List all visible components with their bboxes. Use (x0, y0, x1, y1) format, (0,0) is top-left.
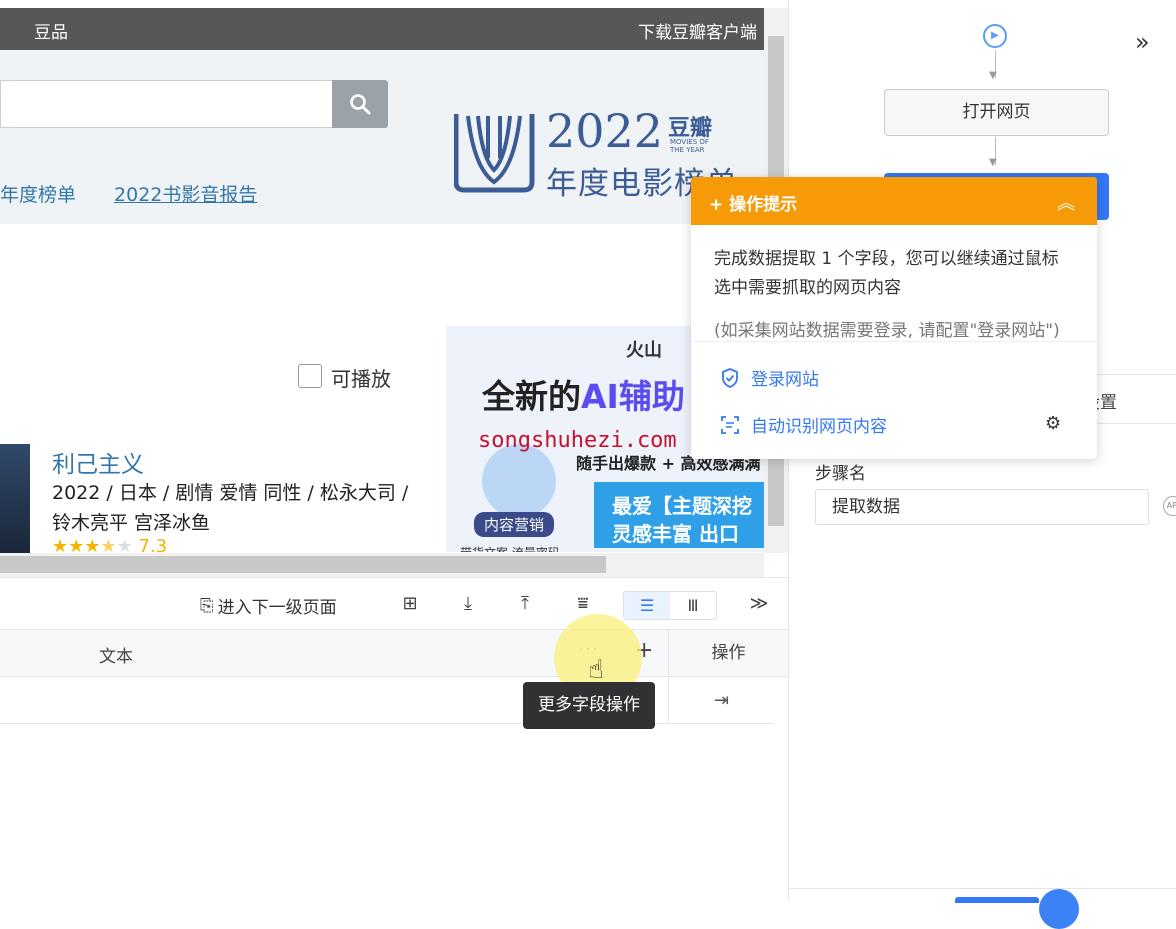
api-icon[interactable]: API (1163, 496, 1176, 516)
upload-icon[interactable]: ⤒ (513, 592, 537, 616)
bottom-action-button[interactable] (955, 897, 1039, 903)
table-header: 文本 ··· + 操作 (0, 630, 788, 677)
collapse-up-icon[interactable]: ︽ (1057, 189, 1075, 215)
popover-title: + 操作提示 (709, 195, 798, 215)
topbar-link-download-client[interactable]: 下载豆瓣客户端 (638, 18, 757, 43)
ad-tag: 内容营销 (474, 512, 555, 537)
table-row[interactable]: ⇥ (0, 677, 774, 724)
download-icon[interactable]: ⤓ (456, 592, 480, 616)
watermark: songshuhezi.com (478, 428, 677, 453)
help-fab-button[interactable] (1039, 889, 1079, 929)
collapse-panel-icon[interactable]: » (1135, 28, 1150, 56)
auto-detect-label: 自动识别网页内容 (751, 417, 887, 437)
nav-links: 年度榜单 2022书影音报告 (0, 180, 295, 207)
search-button[interactable] (332, 80, 388, 128)
ad-footer: 带货文案 流量密码 (460, 544, 560, 552)
step-name-input[interactable]: 提取数据 (815, 489, 1149, 525)
movie-meta: 2022 / 日本 / 剧情 爱情 同性 / 松永大司 / (52, 482, 409, 504)
shield-icon (722, 367, 738, 388)
list-view-button[interactable]: ☰ (624, 592, 670, 619)
divider (691, 341, 1097, 342)
login-website-label: 登录网站 (751, 370, 819, 390)
add-page-icon[interactable]: ⊞ (398, 592, 422, 616)
gear-icon[interactable]: ⚙ (1045, 413, 1061, 434)
douban-header: 年度榜单 2022书影音报告 2022 豆瓣 MOVIES OF THE YEAR… (0, 50, 764, 224)
flow-start-icon[interactable]: ▶ (983, 24, 1007, 48)
embedded-browser: 豆品 下载豆瓣客户端 年度榜单 2022书影音报告 2022 豆瓣 MOVIES … (0, 0, 788, 577)
popover-note: (如采集网站数据需要登录, 请配置"登录网站") (714, 321, 1060, 341)
search-input[interactable] (0, 80, 332, 128)
nav-link-report[interactable]: 2022书影音报告 (114, 184, 257, 206)
login-website-link[interactable]: 登录网站 (721, 365, 819, 390)
horizontal-scrollbar-thumb[interactable] (0, 556, 606, 573)
douban-topbar: 豆品 下载豆瓣客户端 (0, 8, 764, 50)
popover-message: 完成数据提取 1 个字段，您可以继续通过鼠标选中需要抓取的网页内容 (714, 249, 1059, 298)
step-name-label: 步骤名 (815, 464, 866, 484)
filter-icon[interactable]: ⩸ (571, 592, 595, 616)
row-action-icon[interactable]: ⇥ (668, 677, 774, 724)
ad-brand: 火山 (626, 340, 662, 361)
movie-cast: 铃木亮平 宫泽冰鱼 (52, 512, 211, 534)
banner-moty: MOVIES OF THE YEAR (670, 138, 709, 154)
flow-node-open-page[interactable]: 打开网页 (884, 89, 1109, 136)
enter-page-icon: ⎘ (200, 595, 214, 616)
ad-title-ai: AI辅助 (581, 377, 685, 416)
ad-title: 全新的AI辅助 (482, 370, 685, 418)
auto-detect-link[interactable]: 自动识别网页内容 (721, 412, 887, 437)
operation-tips-popover: + 操作提示 ︽ 完成数据提取 1 个字段，您可以继续通过鼠标选中需要抓取的网页… (691, 177, 1097, 459)
column-view-button[interactable]: Ⅲ (670, 592, 716, 619)
playable-checkbox[interactable] (298, 364, 322, 388)
view-toggle: ☰ Ⅲ (623, 591, 717, 620)
popover-header: + 操作提示 ︽ (691, 177, 1097, 225)
enter-next-page-button[interactable]: ⎘ 进入下一级页面 (200, 593, 337, 619)
ad-box-line2: 灵感丰富 出口 (612, 522, 739, 546)
scan-icon (721, 415, 739, 434)
movie-poster[interactable] (0, 444, 30, 554)
ad-avatar-illustration (482, 444, 556, 518)
ad-title-prefix: 全新的 (482, 377, 581, 416)
column-header-actions: 操作 (668, 630, 788, 676)
tooltip-more-field-actions: 更多字段操作 (523, 682, 655, 729)
movie-title[interactable]: 利己主义 (52, 445, 144, 479)
hand-cursor-icon: ☝ (588, 655, 604, 685)
search-icon (350, 94, 371, 115)
divider (789, 888, 1176, 889)
data-toolbar: ⎘ 进入下一级页面 ⊞ ⤓ ⤒ ⩸ ☰ Ⅲ ≫ (0, 577, 788, 630)
ad-highlight-box: 最爱【主题深挖 灵感丰富 出口 (594, 482, 764, 548)
column-header-text[interactable]: 文本 (99, 642, 133, 667)
ad-box-line1: 最爱【主题深挖 (612, 494, 752, 518)
flow-arrow-icon: ▼ (989, 70, 997, 81)
enter-next-page-label: 进入下一级页面 (217, 598, 337, 618)
banner-year: 2022 (546, 104, 664, 158)
expand-icon[interactable]: ≫ (747, 592, 771, 616)
playable-label: 可播放 (331, 367, 391, 391)
flow-arrow-icon: ▼ (989, 157, 997, 168)
nav-link-year-list[interactable]: 年度榜单 (0, 184, 76, 206)
topbar-link-products[interactable]: 豆品 (34, 18, 68, 43)
